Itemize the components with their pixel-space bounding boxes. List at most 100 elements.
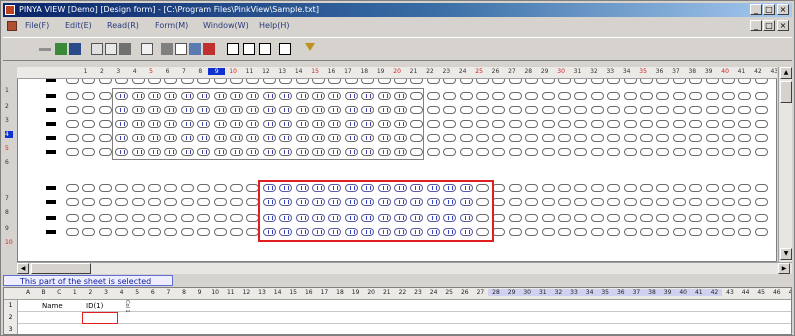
mark-bubble[interactable] (525, 106, 539, 114)
image-icon[interactable] (203, 43, 215, 55)
table-column-header[interactable]: 20 (363, 289, 379, 296)
child-maximize-button[interactable]: □ (763, 20, 775, 31)
mark-bubble[interactable] (66, 134, 79, 142)
mark-bubble[interactable] (607, 120, 621, 128)
mark-bubble[interactable] (98, 184, 112, 192)
read-area-box[interactable] (112, 88, 424, 160)
mark-bubble[interactable] (705, 148, 719, 156)
mark-bubble[interactable] (459, 148, 473, 156)
menu-window[interactable]: Window(W) (203, 19, 249, 33)
column-label[interactable]: 21 (405, 68, 422, 75)
column-label[interactable]: 17 (339, 68, 356, 75)
mark-bubble[interactable] (148, 198, 161, 206)
mark-bubble[interactable] (525, 92, 539, 100)
mark-bubble[interactable] (705, 184, 719, 192)
mark-bubble[interactable] (492, 198, 506, 206)
mark-bubble[interactable] (66, 106, 79, 114)
mark-bubble[interactable] (148, 184, 161, 192)
mark-bubble[interactable] (558, 228, 571, 236)
mark-bubble[interactable] (66, 214, 79, 222)
row-label[interactable]: 1 (5, 87, 9, 94)
row-label[interactable]: 6 (5, 159, 9, 166)
mark-bubble[interactable] (82, 198, 96, 206)
table-column-header[interactable]: 35 (597, 289, 614, 296)
mark-bubble[interactable] (640, 106, 653, 114)
mark-bubble[interactable] (738, 214, 752, 222)
table-column-header[interactable]: 7 (160, 289, 176, 296)
mark-bubble[interactable] (574, 120, 588, 128)
mark-bubble[interactable] (754, 92, 768, 100)
column-label[interactable]: 1 (77, 68, 94, 75)
column-label[interactable]: 43 (766, 68, 777, 75)
mark-bubble[interactable] (131, 214, 145, 222)
mark-bubble[interactable] (623, 184, 637, 192)
mark-bubble[interactable] (197, 228, 211, 236)
column-label[interactable]: 9 (208, 68, 226, 75)
mark-bubble[interactable] (590, 148, 604, 156)
mark-bubble[interactable] (98, 214, 112, 222)
column-label[interactable]: 16 (323, 68, 340, 75)
table-column-header[interactable]: 24 (426, 289, 442, 296)
mark-bubble[interactable] (180, 214, 194, 222)
mark-bubble[interactable] (164, 214, 178, 222)
column-label[interactable]: 13 (274, 68, 291, 75)
column-label[interactable]: 35 (635, 68, 652, 75)
mark-bubble[interactable] (508, 92, 522, 100)
mark-bubble[interactable] (754, 106, 768, 114)
mark-bubble[interactable] (640, 184, 653, 192)
child-close-button[interactable]: × (777, 20, 789, 31)
mark-bubble[interactable] (476, 148, 489, 156)
data-table[interactable]: A B C 1 2 3 4 5 6 7 8 9 10 11 12 13 14 15 16 17 18 19 20 21 22 23… (3, 287, 792, 335)
horizontal-scrollbar[interactable]: ◀ ▶ (17, 262, 792, 274)
column-label[interactable]: 27 (503, 68, 520, 75)
mark-bubble[interactable] (623, 214, 637, 222)
mark-bubble[interactable] (541, 184, 555, 192)
table-column-header[interactable]: A (20, 289, 36, 296)
mark-bubble[interactable] (443, 134, 457, 142)
mark-bubble[interactable] (656, 214, 670, 222)
scroll-left-button[interactable]: ◀ (17, 263, 29, 274)
column-label[interactable]: 12 (257, 68, 274, 75)
mark-bubble[interactable] (722, 228, 735, 236)
app-icon[interactable] (5, 5, 15, 15)
mark-bubble[interactable] (590, 106, 604, 114)
table-column-header[interactable]: 26 (457, 289, 473, 296)
mark-bubble[interactable] (131, 228, 145, 236)
mark-bubble[interactable] (426, 120, 440, 128)
column-label[interactable]: 6 (159, 68, 176, 75)
mark-bubble[interactable] (705, 134, 719, 142)
document-icon[interactable] (7, 21, 17, 31)
mark-bubble[interactable] (705, 198, 719, 206)
mark-bubble[interactable] (689, 148, 703, 156)
mark-bubble[interactable] (98, 120, 112, 128)
mark-bubble[interactable] (640, 214, 653, 222)
name-cell[interactable]: Name (42, 300, 63, 312)
mark-bubble[interactable] (98, 134, 112, 142)
mark-bubble[interactable] (689, 92, 703, 100)
table-column-header[interactable]: 28 (488, 289, 504, 296)
mark-bubble[interactable] (689, 120, 703, 128)
table-column-header[interactable]: 32 (550, 289, 567, 296)
scroll-right-button[interactable]: ▶ (778, 263, 790, 274)
mark-bubble[interactable] (607, 184, 621, 192)
mark-bubble[interactable] (607, 106, 621, 114)
mark-bubble[interactable] (197, 198, 211, 206)
child-minimize-button[interactable]: _ (750, 20, 762, 31)
mark-bubble[interactable] (426, 92, 440, 100)
mark-bubble[interactable] (541, 92, 555, 100)
mark-bubble[interactable] (738, 148, 752, 156)
column-label[interactable]: 23 (438, 68, 455, 75)
mark-bubble[interactable] (558, 184, 571, 192)
row-label[interactable]: 4 (5, 131, 13, 138)
menu-form[interactable]: Form(M) (155, 19, 188, 33)
column-label[interactable]: 39 (700, 68, 717, 75)
table-column-header[interactable]: 12 (238, 289, 254, 296)
mark-bubble[interactable] (131, 184, 145, 192)
mark-bubble[interactable] (508, 134, 522, 142)
mark-bubble[interactable] (558, 120, 571, 128)
mark-bubble[interactable] (66, 228, 79, 236)
mark-bubble[interactable] (738, 106, 752, 114)
column-label[interactable]: 14 (290, 68, 307, 75)
mark-bubble[interactable] (476, 106, 489, 114)
mark-bubble[interactable] (754, 198, 768, 206)
